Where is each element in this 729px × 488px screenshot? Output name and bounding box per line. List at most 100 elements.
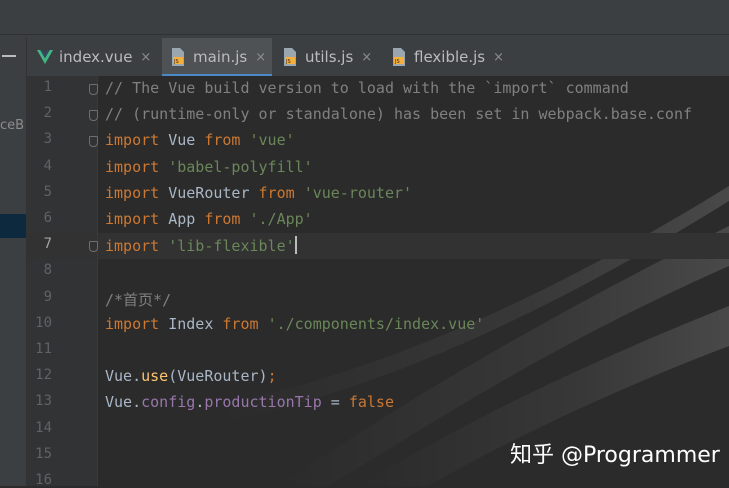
code-token: import [105, 237, 160, 256]
svg-text:JS: JS [285, 59, 291, 65]
line-number: 9 [43, 288, 52, 305]
line-number: 1 [43, 79, 52, 95]
js-file-icon: JS [284, 48, 296, 66]
code-token: import [105, 131, 160, 150]
code-line[interactable]: import 'lib-flexible' [105, 236, 297, 255]
tab-label: flexible.js [414, 48, 486, 66]
svg-text:JS: JS [173, 59, 179, 65]
line-number-gutter[interactable]: 1 2 3 4 5 6 7 8 9 10 11 12 13 14 15 16 [27, 76, 98, 488]
line-number: 15 [35, 445, 52, 462]
code-token: Vue [159, 131, 205, 150]
code-line[interactable]: import Vue from 'vue' [105, 131, 295, 149]
vue-icon [37, 50, 53, 64]
code-token: . [195, 393, 205, 412]
tab-label: index.vue [59, 48, 133, 66]
code-token: Vue. [105, 367, 142, 386]
project-tool-window: ceB [0, 38, 27, 486]
code-line[interactable]: // The Vue build version to load with th… [105, 79, 629, 97]
code-token: from [204, 131, 241, 150]
code-token: 'vue-router' [303, 183, 413, 202]
fold-marker-icon[interactable] [89, 110, 98, 122]
code-token: 'lib-flexible' [168, 237, 295, 256]
code-token: = [321, 393, 349, 412]
code-line[interactable]: /*首页*/ [105, 289, 171, 310]
js-file-icon: JS [172, 48, 184, 66]
tab-label: utils.js [305, 48, 354, 66]
code-line[interactable]: // (runtime-only or standalone) has been… [105, 105, 692, 123]
line-number: 14 [35, 419, 52, 436]
fold-marker-icon[interactable] [89, 84, 98, 95]
code-line[interactable]: import VueRouter from 'vue-router' [105, 184, 412, 202]
editor-tab-bar: index.vue × JS main.js × JS utils.js × J… [27, 38, 729, 77]
code-token: import [105, 314, 160, 333]
js-file-icon: JS [393, 48, 405, 66]
code-token: from [258, 183, 295, 202]
code-line[interactable]: import App from './App' [105, 210, 313, 228]
code-token: './App' [249, 210, 313, 228]
tab-flexible-js[interactable]: JS flexible.js × [388, 38, 513, 76]
line-number: 5 [43, 183, 52, 200]
line-number: 4 [43, 157, 52, 174]
line-number: 3 [43, 131, 52, 148]
line-number: 12 [35, 367, 52, 384]
code-token: productionTip [204, 393, 322, 412]
code-token: false [348, 393, 394, 412]
code-token: import [105, 157, 160, 176]
project-tree-selected-row[interactable] [0, 214, 26, 238]
line-number: 2 [43, 105, 52, 122]
fold-marker-icon[interactable] [89, 241, 98, 253]
code-token: './components/index.vue' [267, 314, 485, 333]
close-icon[interactable]: × [361, 50, 372, 65]
close-icon[interactable]: × [493, 50, 504, 65]
code-token: import [105, 210, 160, 228]
code-line[interactable]: Vue.use(VueRouter); [105, 367, 277, 385]
code-token: ; [267, 367, 277, 386]
tab-index-vue[interactable]: index.vue × [37, 38, 160, 76]
watermark: 知乎 @Programmer [510, 443, 720, 468]
code-token: config [141, 393, 196, 412]
line-number: 10 [35, 314, 52, 331]
fold-marker-icon[interactable] [89, 136, 98, 148]
code-token: from [204, 210, 241, 228]
text-caret [294, 236, 297, 255]
code-token: App [159, 210, 205, 228]
close-icon[interactable]: × [255, 50, 266, 65]
code-token: // The Vue build version to load with th… [105, 79, 629, 97]
code-token: Index [159, 314, 223, 333]
tab-label: main.js [193, 48, 248, 66]
line-number: 11 [35, 341, 52, 357]
code-token: VueRouter [159, 183, 259, 202]
code-token: 'babel-polyfill' [168, 157, 313, 176]
project-tree-clipped-label[interactable]: ceB [0, 118, 24, 133]
code-line[interactable]: import 'babel-polyfill' [105, 158, 313, 176]
svg-text:JS: JS [394, 59, 400, 65]
code-token: from [222, 314, 259, 333]
code-token: // (runtime-only or standalone) has been… [105, 105, 692, 124]
code-token: /*首页*/ [105, 290, 172, 309]
window-title-bar [0, 0, 729, 39]
tab-main-js[interactable]: JS main.js × [162, 38, 272, 77]
tab-utils-js[interactable]: JS utils.js × [279, 38, 387, 76]
code-line[interactable]: import Index from './components/index.vu… [105, 315, 484, 333]
code-token: Vue. [105, 393, 142, 412]
line-number: 7 [43, 236, 52, 253]
code-editor[interactable]: // The Vue build version to load with th… [98, 76, 729, 486]
code-token: (VueRouter) [168, 367, 268, 386]
line-number: 8 [43, 262, 52, 279]
code-token: 'vue' [249, 131, 295, 150]
code-line[interactable]: Vue.config.productionTip = false [105, 393, 394, 411]
close-icon[interactable]: × [140, 50, 151, 65]
line-number: 13 [35, 393, 52, 410]
line-number: 6 [43, 210, 52, 226]
collapse-icon[interactable] [2, 55, 16, 57]
current-line-highlight [27, 233, 97, 259]
code-token: import [105, 183, 160, 202]
title-bar-divider [0, 34, 729, 35]
code-token: use [141, 367, 169, 386]
